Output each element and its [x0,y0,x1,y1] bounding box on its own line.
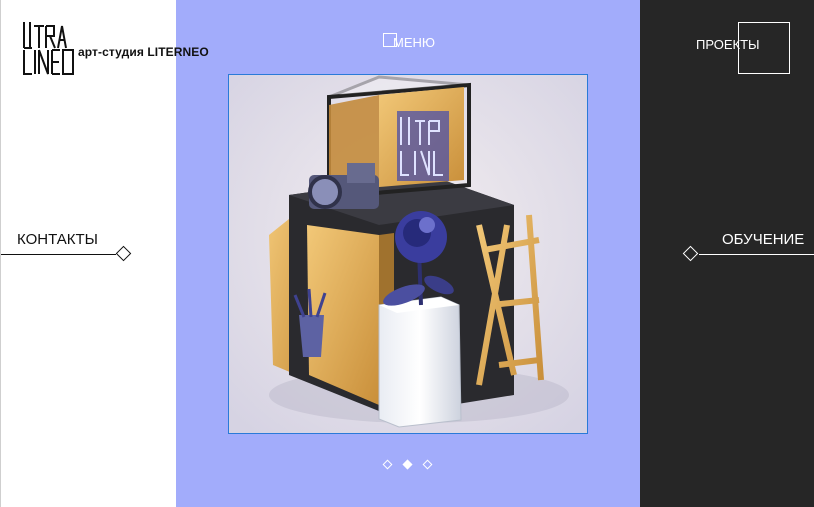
contacts-line [1,254,116,255]
studio-name: арт-студия LITERNEO [78,45,209,59]
menu-button[interactable]: МЕНЮ [383,33,435,51]
menu-label: МЕНЮ [393,34,436,50]
slider-dot-2[interactable] [402,459,413,470]
education-link[interactable]: ОБУЧЕНИЕ [722,231,804,248]
contacts-link[interactable]: КОНТАКТЫ [17,231,98,248]
logo-mark[interactable] [22,20,76,76]
slider-pagination [382,459,433,471]
slider-image[interactable] [228,74,588,434]
education-line [699,254,814,255]
projects-square-icon[interactable] [738,22,790,74]
slider-dot-3[interactable] [422,459,433,470]
slide-render-illustration [229,75,587,433]
slider-dot-1[interactable] [382,459,393,470]
